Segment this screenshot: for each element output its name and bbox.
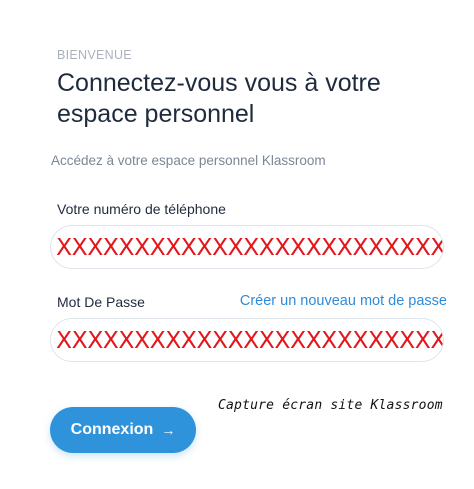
arrow-right-icon: → xyxy=(161,422,176,438)
create-password-link[interactable]: Créer un nouveau mot de passe xyxy=(240,293,447,309)
password-value: XXXXXXXXXXXXXXXXXXXXXXXXXXX xyxy=(56,326,444,354)
login-button[interactable]: Connexion → xyxy=(50,407,196,453)
phone-field[interactable]: XXXXXXXXXXXXXXXXXXXXXXXXXXX xyxy=(50,225,444,269)
eyebrow-label: BIENVENUE xyxy=(57,48,132,62)
screenshot-caption: Capture écran site Klassroom xyxy=(218,398,443,413)
page-subtitle: Accédez à votre espace personnel Klassro… xyxy=(51,153,326,168)
phone-label: Votre numéro de téléphone xyxy=(57,201,226,217)
password-field[interactable]: XXXXXXXXXXXXXXXXXXXXXXXXXXX xyxy=(50,318,444,362)
login-button-label: Connexion xyxy=(70,421,154,438)
phone-value: XXXXXXXXXXXXXXXXXXXXXXXXXXX xyxy=(56,233,444,261)
page-title: Connectez-vous vous à votre espace perso… xyxy=(57,69,381,128)
password-label: Mot De Passe xyxy=(57,294,145,310)
